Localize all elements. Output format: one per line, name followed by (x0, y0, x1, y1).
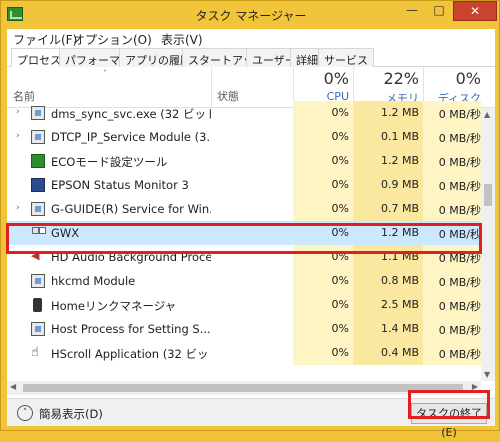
scroll-right-icon[interactable]: ▶ (472, 382, 478, 391)
horizontal-scroll-thumb[interactable] (23, 384, 463, 392)
epson-icon (31, 178, 45, 192)
hand-icon: ☝ (31, 345, 39, 360)
app-window-icon (31, 106, 45, 120)
app-window-icon (31, 202, 45, 216)
process-disk: 0 MB/秒 (438, 276, 481, 289)
menu-view[interactable]: 表示(V) (161, 31, 203, 48)
chevron-up-circle-icon[interactable]: ˄ (17, 405, 33, 421)
process-disk: 0 MB/秒 (438, 156, 481, 169)
cpu-total[interactable]: 0% (293, 69, 349, 88)
process-list: ˄ 名前 状態 0% CPU 22% メモリ 0% ディスク › dms_syn… (7, 67, 495, 398)
scroll-left-icon[interactable]: ◀ (10, 382, 16, 391)
expand-chevron-icon[interactable]: › (16, 131, 20, 141)
process-disk: 0 MB/秒 (438, 132, 481, 145)
process-name: GWX (51, 226, 80, 240)
process-name: HScroll Application (32 ビット) (51, 347, 211, 361)
title-bar[interactable]: タスク マネージャー — □ ✕ (1, 1, 500, 29)
footer-bar: ˄ 簡易表示(D) タスクの終了(E) (7, 398, 495, 439)
end-task-button[interactable]: タスクの終了(E) (411, 403, 487, 439)
close-button[interactable]: ✕ (453, 1, 497, 21)
expand-chevron-icon[interactable]: › (16, 107, 20, 117)
process-name: EPSON Status Monitor 3 (51, 178, 189, 192)
process-memory: 0.9 MB (380, 178, 419, 191)
process-name: HD Audio Background Process (51, 250, 211, 264)
process-name: G-GUIDE(R) Service for Win... (51, 202, 211, 216)
process-cpu: 0% (331, 130, 349, 143)
process-memory: 2.5 MB (380, 298, 419, 311)
menu-bar: ファイル(F) オプション(O) 表示(V) (7, 29, 495, 48)
tab-bar: プロセス パフォーマンス アプリの履歴 スタートアップ ユーザー 詳細 サービス (7, 48, 495, 68)
process-memory: 1.2 MB (380, 226, 419, 239)
process-row-selected[interactable]: GWX 0% 1.2 MB 0 MB/秒 (7, 221, 481, 245)
process-disk: 0 MB/秒 (438, 204, 481, 217)
process-disk: 0 MB/秒 (438, 108, 481, 121)
process-cpu: 0% (331, 298, 349, 311)
process-disk: 0 MB/秒 (438, 300, 481, 313)
process-cpu: 0% (331, 322, 349, 335)
menu-file[interactable]: ファイル(F) (13, 31, 77, 48)
process-cpu: 0% (331, 346, 349, 359)
process-memory: 0.1 MB (380, 130, 419, 143)
process-memory: 1.1 MB (380, 250, 419, 263)
process-row[interactable]: › dms_sync_svc.exe (32 ビット) 0% 1.2 MB 0 … (7, 101, 481, 125)
task-manager-window: タスク マネージャー — □ ✕ ファイル(F) オプション(O) 表示(V) … (0, 0, 500, 439)
process-cpu: 0% (331, 202, 349, 215)
maximize-button[interactable]: □ (426, 1, 452, 21)
phone-icon (33, 298, 42, 312)
process-name: dms_sync_svc.exe (32 ビット) (51, 107, 211, 121)
process-disk: 0 MB/秒 (438, 324, 481, 337)
process-name: Homeリンクマネージャ (51, 299, 177, 313)
process-disk: 0 MB/秒 (438, 348, 481, 361)
process-cpu: 0% (331, 106, 349, 119)
process-disk: 0 MB/秒 (438, 228, 481, 241)
process-memory: 0.4 MB (380, 346, 419, 359)
horizontal-scrollbar[interactable]: ◀ ▶ (7, 381, 481, 395)
eco-icon (31, 154, 45, 168)
process-memory: 1.2 MB (380, 106, 419, 119)
process-cpu: 0% (331, 154, 349, 167)
process-memory: 1.2 MB (380, 154, 419, 167)
process-memory: 1.4 MB (380, 322, 419, 335)
scroll-up-icon[interactable]: ▲ (484, 110, 490, 119)
process-row[interactable]: ECOモード設定ツール 0% 1.2 MB 0 MB/秒 (7, 149, 481, 173)
app-window-icon (31, 130, 45, 144)
app-window-icon (31, 322, 45, 336)
process-disk: 0 MB/秒 (438, 252, 481, 265)
process-memory: 0.7 MB (380, 202, 419, 215)
minimize-button[interactable]: — (399, 1, 425, 21)
process-disk: 0 MB/秒 (438, 180, 481, 193)
process-row[interactable]: Host Process for Setting S... 0% 1.4 MB … (7, 317, 481, 341)
process-name: Host Process for Setting S... (51, 322, 211, 336)
process-cpu: 0% (331, 274, 349, 287)
process-cpu: 0% (331, 250, 349, 263)
tab-services[interactable]: サービス (318, 48, 374, 67)
process-row[interactable]: hkcmd Module 0% 0.8 MB 0 MB/秒 (7, 269, 481, 293)
scroll-down-icon[interactable]: ▼ (484, 370, 490, 379)
vertical-scroll-thumb[interactable] (484, 184, 492, 206)
process-row[interactable]: › DTCP_IP_Service Module (3... 0% 0.1 MB… (7, 125, 481, 149)
fewer-details-link[interactable]: 簡易表示(D) (39, 406, 103, 422)
process-cpu: 0% (331, 178, 349, 191)
process-name: hkcmd Module (51, 274, 136, 288)
process-row[interactable]: HD Audio Background Process 0% 1.1 MB 0 … (7, 245, 481, 269)
app-window-icon (31, 274, 45, 288)
menu-options[interactable]: オプション(O) (73, 31, 152, 48)
disk-total[interactable]: 0% (423, 69, 481, 88)
process-row[interactable]: ☝ HScroll Application (32 ビット) 0% 0.4 MB… (7, 341, 481, 365)
process-row[interactable]: › G-GUIDE(R) Service for Win... 0% 0.7 M… (7, 197, 481, 221)
memory-total[interactable]: 22% (353, 69, 419, 88)
process-row[interactable]: EPSON Status Monitor 3 0% 0.9 MB 0 MB/秒 (7, 173, 481, 197)
windows-logo-icon (31, 226, 45, 240)
process-memory: 0.8 MB (380, 274, 419, 287)
vertical-scrollbar[interactable]: ▲ ▼ (481, 108, 495, 381)
process-name: ECOモード設定ツール (51, 155, 168, 169)
process-row[interactable]: Homeリンクマネージャ 0% 2.5 MB 0 MB/秒 (7, 293, 481, 317)
process-name: DTCP_IP_Service Module (3... (51, 130, 211, 144)
expand-chevron-icon[interactable]: › (16, 203, 20, 213)
process-cpu: 0% (331, 226, 349, 239)
speaker-icon (31, 249, 45, 264)
client-area: ファイル(F) オプション(O) 表示(V) プロセス パフォーマンス アプリの… (7, 29, 495, 439)
sort-up-icon: ˄ (103, 69, 107, 78)
